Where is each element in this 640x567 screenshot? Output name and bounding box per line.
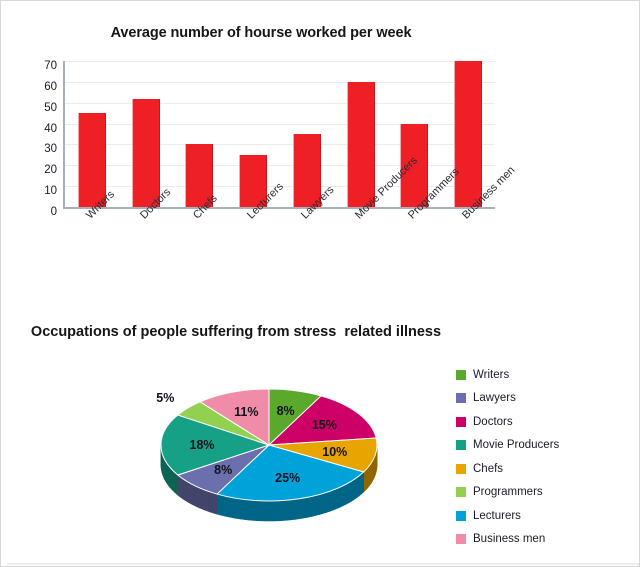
pie-chart: Occupations of people suffering from str… [1,311,639,566]
legend-label: Lecturers [473,509,521,522]
pie-percent-label: 10% [322,444,348,459]
pie-slice-side [282,499,288,521]
y-axis-tick-label: 30 [44,143,57,156]
legend-color-swatch [456,463,466,474]
y-axis-tick-label: 10 [44,185,57,198]
legend-label: Programmers [473,486,543,499]
pie-slice-side [306,496,312,518]
pie-percent-label: 15% [311,418,337,433]
pie-chart-title: Occupations of people suffering from str… [30,324,442,340]
pie-slice-side [273,500,279,522]
pie-chart-graphic: 8% 15% 10% 25% 8% 18% 5% 11% [151,373,401,523]
pie-slice-side [220,494,225,517]
bar-chart-title: Average number of hourse worked per week [110,25,412,41]
pie-slice-side [294,498,300,520]
pie-percent-label: 8% [276,404,295,419]
pie-slice-side [354,476,358,500]
legend-label: Lawyers [473,392,516,405]
pie-slice-side [322,492,327,515]
legend-label: Doctors [473,415,513,428]
pie-slice-side [345,482,350,505]
legend-item-movie-producers: Movie Producers [456,434,631,458]
legend-color-swatch [456,393,466,404]
bar-chart: Average number of hourse worked per week… [1,1,639,311]
pie-slice-side [216,493,222,516]
legend-color-swatch [456,416,466,427]
legend-color-swatch [456,369,466,380]
bar-doctors [131,98,160,207]
pie-slice-side [332,488,337,511]
legend-color-swatch [456,487,466,498]
pie-percent-label: 18% [189,438,215,452]
legend-item-chefs: Chefs [456,457,631,481]
pie-slice-side [248,499,254,521]
legend-color-swatch [456,440,466,451]
bar-slot [65,61,119,211]
legend-color-swatch [456,510,466,521]
y-axis-tick-label: 20 [44,164,57,177]
pie-slice-side [318,493,323,516]
pie-slice-side [256,500,262,522]
pie-slice-side [265,500,271,522]
pie-percent-label: 8% [214,463,233,478]
legend-item-lawyers: Lawyers [456,387,631,411]
pie-chart-svg [160,388,378,522]
pie-percent-label: 25% [275,471,301,486]
pie-slice-side [232,497,237,519]
pie-slice-side [342,483,347,507]
pie-slice-side [240,498,245,520]
pie-slice-side [351,478,355,502]
legend-item-writers: Writers [456,363,631,387]
pie-slice-side [236,498,241,520]
pie-slice-side [286,499,292,521]
pie-slice-side [358,473,362,497]
pie-slice-side [361,471,364,495]
legend-color-swatch [456,534,466,545]
bar-chart-x-axis: Writers Doctors Chefs Lecturers Lawyers Movie… [63,155,518,309]
pie-percent-label: 5% [156,390,175,405]
pie-slice-side [348,480,352,504]
pie-slice-side [314,494,320,517]
chart-page: Average number of hourse worked per week… [0,0,640,567]
pie-slice-side [339,485,344,508]
bar-movie-producers [346,81,375,207]
bar-writers [77,113,106,207]
pie-slice-side [269,500,275,522]
pie-slice-side [325,490,331,513]
legend-label: Chefs [473,462,504,475]
pie-slice-side [278,500,283,522]
pie-slice-side [298,497,304,520]
pie-slice-side [302,497,308,519]
pie-slice-side [310,495,316,517]
y-axis-tick-label: 60 [44,80,57,93]
pie-slice-side [228,496,233,519]
pie-chart-legend: Writers Lawyers Doctors Movie Producers Chef… [456,363,631,551]
y-axis-tick-label: 70 [44,60,57,72]
bar-slot [173,61,227,211]
pie-slice-side [261,500,266,522]
legend-label: Writers [473,368,510,381]
legend-item-doctors: Doctors [456,410,631,434]
y-axis-tick-label: 50 [44,101,57,114]
pie-slice-side [329,489,334,512]
y-axis-tick-label: 0 [50,206,57,218]
bar-business-men [454,61,483,207]
legend-label: Business men [473,533,546,546]
legend-item-lecturers: Lecturers [456,504,631,528]
bar-chart-y-axis: 70 60 50 40 30 20 10 0 [27,55,57,217]
pie-slice-side [336,486,341,510]
pie-slice-side [224,495,229,518]
pie-slice-side [252,500,258,521]
legend-label: Movie Producers [473,439,560,452]
y-axis-tick-label: 40 [44,122,57,135]
pie-slice-side [244,499,250,521]
legend-item-business-men: Business men [456,528,631,552]
pie-slice-side [290,499,296,521]
pie-slice-side [356,475,360,499]
legend-item-programmers: Programmers [456,481,631,505]
pie-percent-label: 11% [234,405,259,420]
